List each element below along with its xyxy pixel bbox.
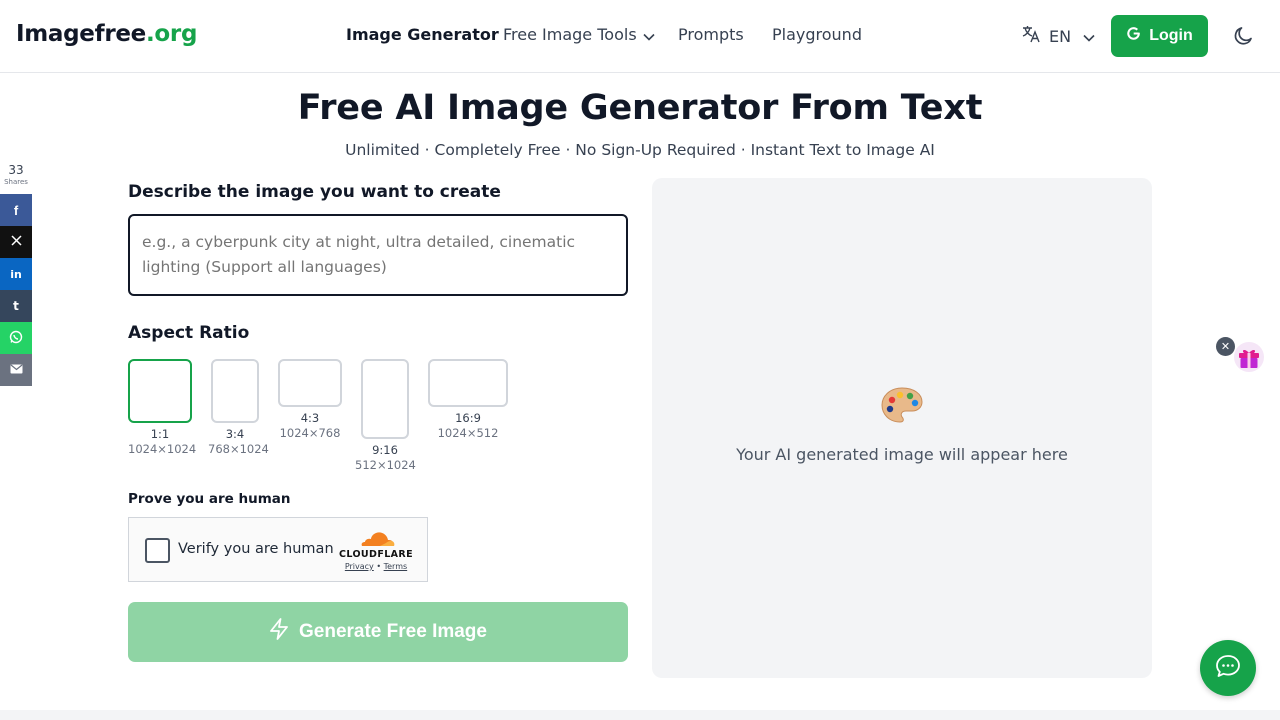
image-preview-panel: Your AI generated image will appear here <box>652 178 1152 678</box>
x-icon <box>10 235 22 249</box>
linkedin-icon: in <box>10 267 22 281</box>
translate-icon <box>1022 25 1041 47</box>
nav-playground[interactable]: Playground <box>772 25 862 44</box>
login-button[interactable]: Login <box>1111 15 1208 57</box>
share-facebook-button[interactable]: f <box>0 194 32 226</box>
ratio-option-3-4[interactable]: 3:4 768×1024 <box>208 359 269 456</box>
human-verification-label: Prove you are human <box>128 491 291 507</box>
ratio-dims: 1024×1024 <box>128 442 197 456</box>
login-label: Login <box>1149 27 1193 44</box>
chevron-down-icon <box>643 26 655 45</box>
email-icon <box>10 363 23 377</box>
ratio-preview-landscape <box>278 359 342 407</box>
site-logo[interactable]: Imagefree.org <box>16 21 197 47</box>
palette-icon <box>880 386 924 430</box>
generate-label: Generate Free Image <box>299 621 487 642</box>
ratio-preview-wide <box>428 359 508 407</box>
ratio-dims: 1024×768 <box>279 426 341 440</box>
nav-prompts[interactable]: Prompts <box>678 25 744 44</box>
ratio-value: 16:9 <box>455 411 481 425</box>
cloudflare-wordmark: CLOUDFLARE <box>338 549 414 560</box>
google-icon <box>1126 26 1141 46</box>
footer-strip <box>0 710 1280 720</box>
logo-tld: .org <box>145 21 198 47</box>
share-linkedin-button[interactable]: in <box>0 258 32 290</box>
captcha-widget: Verify you are human CLOUDFLARE Privacy … <box>128 517 428 582</box>
facebook-icon: f <box>13 202 19 218</box>
nav-free-image-tools-label: Free Image Tools <box>503 25 637 44</box>
generate-button[interactable]: Generate Free Image <box>128 602 628 662</box>
nav-image-generator[interactable]: Image Generator <box>346 25 499 44</box>
captcha-links: Privacy • Terms <box>338 562 414 571</box>
logo-main: Imagefree <box>16 21 146 47</box>
ratio-preview-tall <box>361 359 409 439</box>
site-header: Imagefree.org Image Generator Free Image… <box>0 0 1280 73</box>
gift-icon[interactable] <box>1232 340 1266 378</box>
share-count-label: Shares <box>4 178 28 186</box>
nav-free-image-tools[interactable]: Free Image Tools <box>503 25 655 45</box>
ratio-value: 3:4 <box>225 427 245 441</box>
page-subtitle: Unlimited · Completely Free · No Sign-Up… <box>345 141 935 159</box>
captcha-text: Verify you are human <box>178 541 334 557</box>
ratio-dims: 768×1024 <box>208 442 269 456</box>
ratio-option-4-3[interactable]: 4:3 1024×768 <box>278 359 342 440</box>
ratio-value: 9:16 <box>372 443 398 457</box>
ratio-dims: 1024×512 <box>437 426 499 440</box>
prompt-input[interactable] <box>128 214 628 296</box>
chat-icon <box>1215 654 1241 682</box>
prompt-label: Describe the image you want to create <box>128 182 501 202</box>
captcha-separator: • <box>376 562 382 571</box>
ratio-option-9-16[interactable]: 9:16 512×1024 <box>355 359 416 472</box>
captcha-privacy-link[interactable]: Privacy <box>345 562 374 571</box>
ratio-preview-portrait <box>211 359 259 423</box>
ratio-value: 1:1 <box>150 427 170 441</box>
whatsapp-icon <box>9 330 23 347</box>
tumblr-icon: t <box>13 299 19 313</box>
ratio-dims: 512×1024 <box>355 458 416 472</box>
chat-button[interactable] <box>1200 640 1256 696</box>
ratio-option-1-1[interactable]: 1:1 1024×1024 <box>128 359 197 456</box>
share-tumblr-button[interactable]: t <box>0 290 32 322</box>
ratio-value: 4:3 <box>300 411 320 425</box>
share-counter: 33 Shares <box>0 163 32 186</box>
language-code: EN <box>1049 26 1072 46</box>
share-whatsapp-button[interactable] <box>0 322 32 354</box>
ratio-option-16-9[interactable]: 16:9 1024×512 <box>428 359 508 440</box>
page-title: Free AI Image Generator From Text <box>297 88 983 128</box>
chevron-down-icon <box>1083 27 1095 46</box>
captcha-checkbox[interactable] <box>145 538 170 563</box>
lightning-icon <box>269 618 289 646</box>
share-count: 33 <box>8 163 24 177</box>
moon-icon[interactable] <box>1233 25 1255 51</box>
preview-placeholder-text: Your AI generated image will appear here <box>736 445 1068 464</box>
cloudflare-logo: CLOUDFLARE Privacy • Terms <box>338 529 414 571</box>
language-selector[interactable]: EN <box>1022 25 1095 47</box>
captcha-terms-link[interactable]: Terms <box>384 562 408 571</box>
share-x-button[interactable] <box>0 226 32 258</box>
ratio-preview-square <box>128 359 192 423</box>
aspect-ratio-label: Aspect Ratio <box>128 323 250 343</box>
share-email-button[interactable] <box>0 354 32 386</box>
